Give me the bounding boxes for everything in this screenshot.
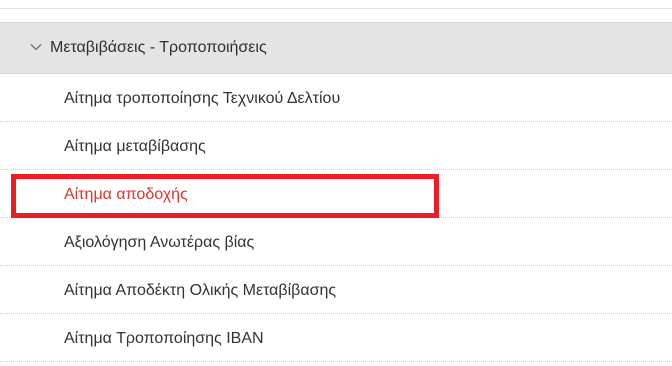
menu-item-label: Αίτημα αποδοχής [64, 186, 188, 203]
menu-item-label: Αξιολόγηση Ανωτέρας βίας [64, 234, 255, 251]
menu-item-total-transfer-recipient-request[interactable]: Αίτημα Αποδέκτη Ολικής Μεταβίβασης [0, 266, 672, 314]
section-title: Μεταβιβάσεις - Τροποποιήσεις [50, 39, 267, 56]
menu-item-iban-modification-request[interactable]: Αίτημα Τροποποίησης IBAN [0, 314, 672, 362]
menu-item-label: Αίτημα μεταβίβασης [64, 138, 206, 155]
chevron-down-icon [30, 44, 42, 51]
top-divider [0, 8, 672, 9]
menu-item-label: Αίτημα Αποδέκτη Ολικής Μεταβίβασης [64, 282, 337, 299]
menu-item-transfer-request[interactable]: Αίτημα μεταβίβασης [0, 122, 672, 170]
menu-item-technical-sheet-modification-request[interactable]: Αίτημα τροποποίησης Τεχνικού Δελτίου [0, 74, 672, 122]
menu-item-label: Αίτημα τροποποίησης Τεχνικού Δελτίου [64, 90, 341, 107]
menu-item-force-majeure-evaluation[interactable]: Αξιολόγηση Ανωτέρας βίας [0, 218, 672, 266]
menu-item-acceptance-request[interactable]: Αίτημα αποδοχής [0, 170, 672, 218]
submenu-list: Αίτημα τροποποίησης Τεχνικού Δελτίου Αίτ… [0, 74, 672, 362]
menu-item-label: Αίτημα Τροποποίησης IBAN [64, 330, 264, 347]
section-header-transfers-modifications[interactable]: Μεταβιβάσεις - Τροποποιήσεις [0, 22, 672, 74]
navigation-panel: Μεταβιβάσεις - Τροποποιήσεις Αίτημα τροπ… [0, 0, 672, 366]
